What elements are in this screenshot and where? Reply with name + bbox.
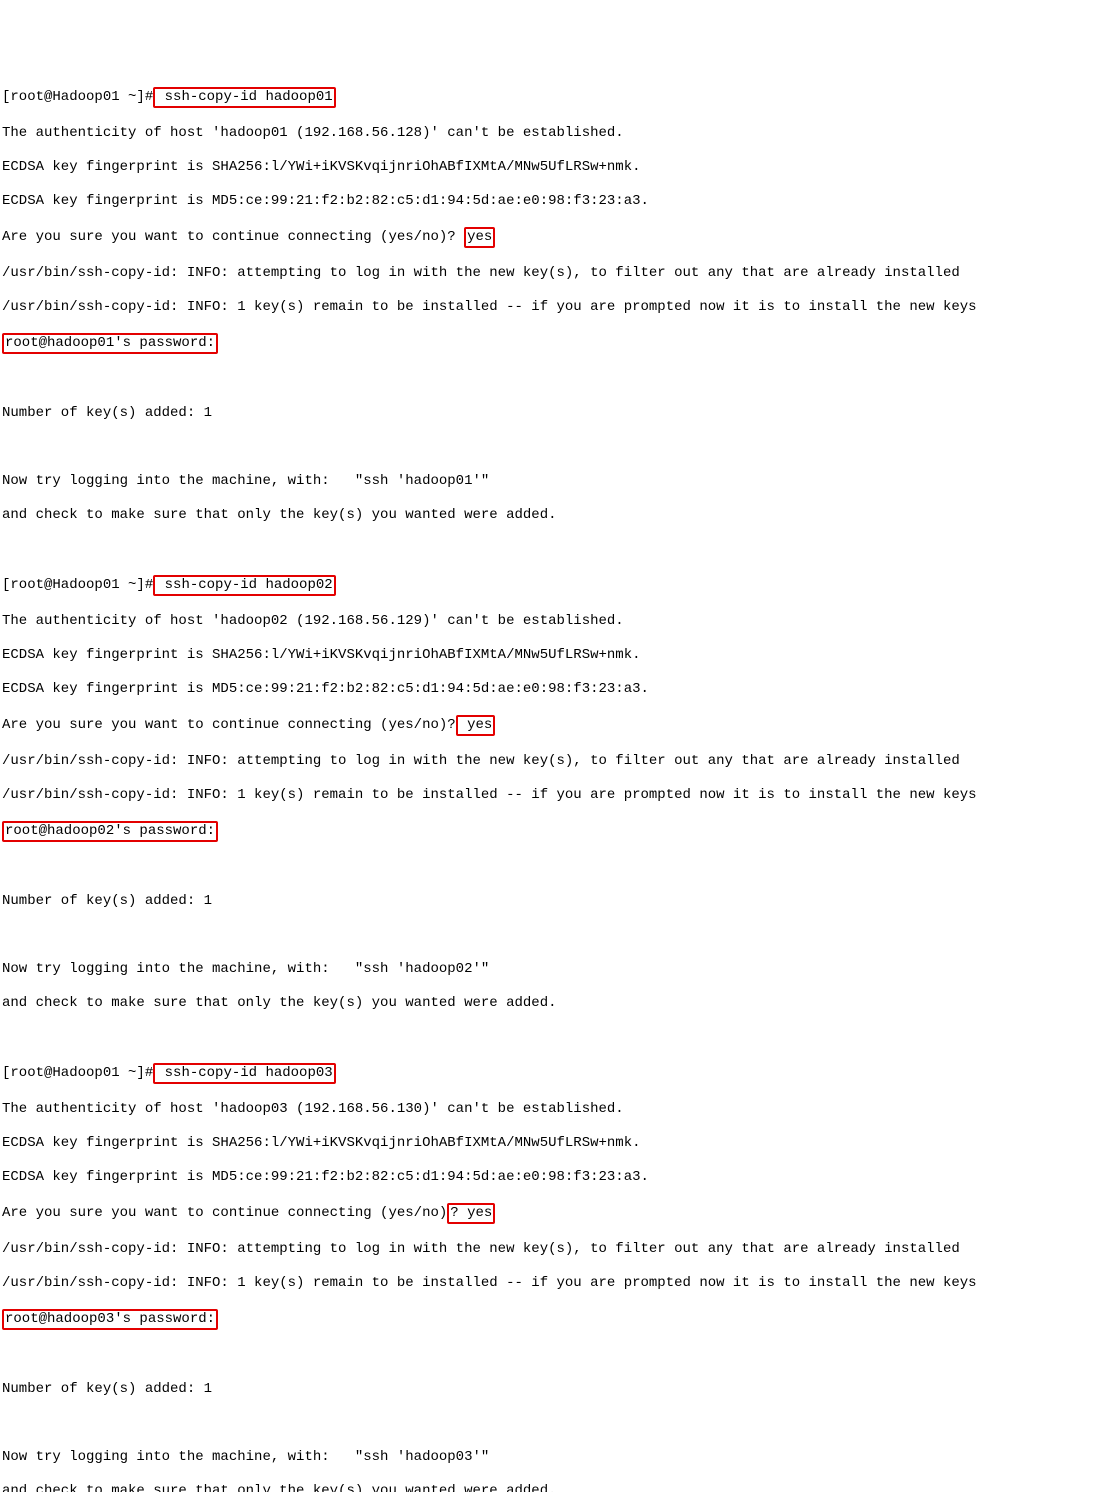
output-line: Now try logging into the machine, with: … xyxy=(2,961,1111,978)
highlight-password: root@hadoop03's password: xyxy=(2,1309,218,1330)
confirm-prompt: Are you sure you want to continue connec… xyxy=(2,229,456,245)
confirm-prompt: Are you sure you want to continue connec… xyxy=(2,1205,447,1221)
blank-line xyxy=(2,1415,1111,1432)
output-line: ECDSA key fingerprint is MD5:ce:99:21:f2… xyxy=(2,1169,1111,1186)
output-line: /usr/bin/ssh-copy-id: INFO: attempting t… xyxy=(2,1241,1111,1258)
highlight-cmd: ssh-copy-id hadoop01 xyxy=(153,87,335,108)
cmd-line[interactable]: [root@Hadoop01 ~]# ssh-copy-id hadoop01 xyxy=(2,87,1111,108)
prompt: [root@Hadoop01 ~]# xyxy=(2,577,153,593)
blank-line xyxy=(2,859,1111,876)
output-line: /usr/bin/ssh-copy-id: INFO: 1 key(s) rem… xyxy=(2,1275,1111,1292)
prompt: [root@Hadoop01 ~]# xyxy=(2,1065,153,1081)
confirm-line[interactable]: Are you sure you want to continue connec… xyxy=(2,715,1111,736)
output-line: Now try logging into the machine, with: … xyxy=(2,1449,1111,1466)
output-line: The authenticity of host 'hadoop02 (192.… xyxy=(2,613,1111,630)
output-line: Number of key(s) added: 1 xyxy=(2,1381,1111,1398)
output-line: /usr/bin/ssh-copy-id: INFO: 1 key(s) rem… xyxy=(2,787,1111,804)
output-line: ECDSA key fingerprint is MD5:ce:99:21:f2… xyxy=(2,681,1111,698)
output-line: The authenticity of host 'hadoop01 (192.… xyxy=(2,125,1111,142)
output-line: Number of key(s) added: 1 xyxy=(2,893,1111,910)
blank-line xyxy=(2,371,1111,388)
highlight-cmd: ssh-copy-id hadoop03 xyxy=(153,1063,335,1084)
blank-line xyxy=(2,439,1111,456)
highlight-password: root@hadoop02's password: xyxy=(2,821,218,842)
confirm-prompt: Are you sure you want to continue connec… xyxy=(2,717,456,733)
cmd-line[interactable]: [root@Hadoop01 ~]# ssh-copy-id hadoop03 xyxy=(2,1063,1111,1084)
highlight-cmd: ssh-copy-id hadoop02 xyxy=(153,575,335,596)
output-line: /usr/bin/ssh-copy-id: INFO: attempting t… xyxy=(2,265,1111,282)
prompt: [root@Hadoop01 ~]# xyxy=(2,89,153,105)
highlight-password: root@hadoop01's password: xyxy=(2,333,218,354)
output-line: ECDSA key fingerprint is SHA256:l/YWi+iK… xyxy=(2,647,1111,664)
confirm-line[interactable]: Are you sure you want to continue connec… xyxy=(2,227,1111,248)
password-line[interactable]: root@hadoop01's password: xyxy=(2,333,1111,354)
blank-line xyxy=(2,1347,1111,1364)
cmd-line[interactable]: [root@Hadoop01 ~]# ssh-copy-id hadoop02 xyxy=(2,575,1111,596)
output-line: ECDSA key fingerprint is SHA256:l/YWi+iK… xyxy=(2,1135,1111,1152)
blank-line xyxy=(2,927,1111,944)
blank-line xyxy=(2,541,1111,558)
highlight-yes: yes xyxy=(464,227,495,248)
blank-line xyxy=(2,1029,1111,1046)
output-line: and check to make sure that only the key… xyxy=(2,995,1111,1012)
output-line: and check to make sure that only the key… xyxy=(2,1483,1111,1492)
output-line: The authenticity of host 'hadoop03 (192.… xyxy=(2,1101,1111,1118)
password-line[interactable]: root@hadoop02's password: xyxy=(2,821,1111,842)
password-line[interactable]: root@hadoop03's password: xyxy=(2,1309,1111,1330)
output-line: and check to make sure that only the key… xyxy=(2,507,1111,524)
highlight-yes: ? yes xyxy=(447,1203,495,1224)
output-line: ECDSA key fingerprint is MD5:ce:99:21:f2… xyxy=(2,193,1111,210)
output-line: Number of key(s) added: 1 xyxy=(2,405,1111,422)
output-line: Now try logging into the machine, with: … xyxy=(2,473,1111,490)
terminal-output: [root@Hadoop01 ~]# ssh-copy-id hadoop01 … xyxy=(2,70,1111,1492)
confirm-line[interactable]: Are you sure you want to continue connec… xyxy=(2,1203,1111,1224)
output-line: /usr/bin/ssh-copy-id: INFO: attempting t… xyxy=(2,753,1111,770)
output-line: ECDSA key fingerprint is SHA256:l/YWi+iK… xyxy=(2,159,1111,176)
highlight-yes: yes xyxy=(456,715,496,736)
output-line: /usr/bin/ssh-copy-id: INFO: 1 key(s) rem… xyxy=(2,299,1111,316)
